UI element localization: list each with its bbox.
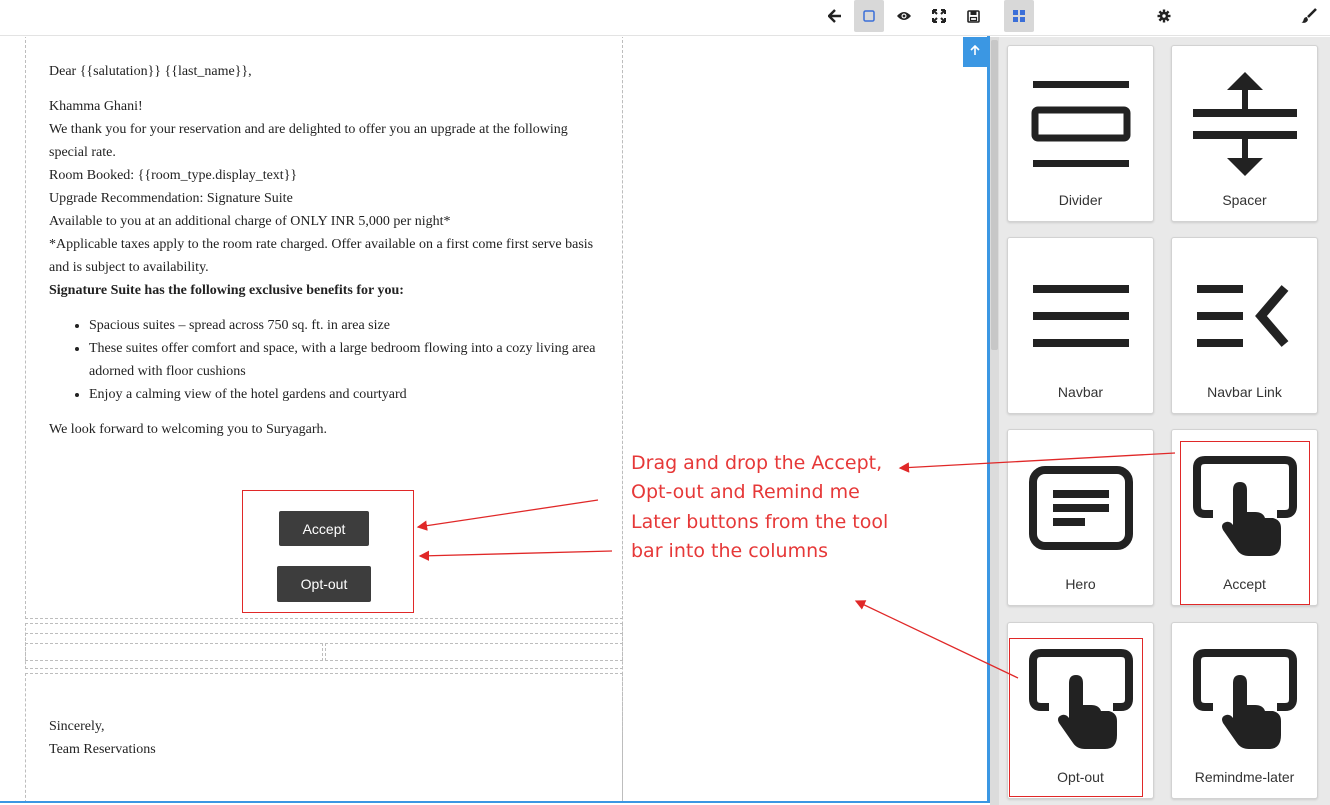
eye-icon (896, 10, 912, 22)
annotation-text: Drag and drop the Accept, Opt-out and Re… (631, 452, 889, 562)
email-line: Upgrade Recommendation: Signature Suite (49, 191, 293, 206)
block-divider[interactable]: Divider (1007, 45, 1154, 222)
blocks-grid-icon (1013, 10, 1025, 22)
blocks-panel-button[interactable] (1004, 0, 1034, 32)
signature-block[interactable]: Sincerely, Team Reservations (49, 715, 609, 761)
signature: Team Reservations (49, 742, 156, 757)
block-hero[interactable]: Hero (1007, 429, 1154, 606)
block-remindme-later[interactable]: Remindme-later (1171, 622, 1318, 799)
save-icon (966, 9, 980, 23)
preview-button[interactable] (889, 0, 919, 32)
scroll-up-button[interactable] (963, 37, 987, 67)
signoff: Sincerely, (49, 719, 105, 734)
gear-icon (1157, 9, 1171, 23)
benefits-heading: Signature Suite has the following exclus… (49, 283, 404, 298)
style-manager-button[interactable] (1294, 0, 1324, 32)
block-label: Divider (1058, 192, 1103, 208)
spacer-icon (1172, 64, 1317, 184)
fullscreen-icon (932, 9, 946, 23)
email-line: We thank you for your reservation and ar… (49, 122, 568, 160)
benefits-list: Spacious suites – spread across 750 sq. … (89, 314, 609, 406)
column-right[interactable] (325, 643, 623, 661)
email-line: Available to you at an additional charge… (49, 214, 451, 229)
editor-toolbar (0, 0, 1330, 36)
email-body[interactable]: Dear {{salutation}} {{last_name}}, Khamm… (49, 60, 609, 441)
list-item: Enjoy a calming view of the hotel garden… (89, 383, 609, 406)
canvas-edge (622, 37, 623, 803)
arrow-up-icon (970, 43, 980, 61)
block-label: Remindme-later (1194, 769, 1295, 785)
divider-icon (1008, 64, 1153, 184)
closing-line: We look forward to welcoming you to Sury… (49, 422, 328, 437)
email-line: Khamma Ghani! (49, 99, 143, 114)
square-outline-icon (863, 10, 875, 22)
block-spacer[interactable]: Spacer (1171, 45, 1318, 222)
brush-icon (1301, 8, 1317, 24)
export-button[interactable] (958, 0, 988, 32)
greeting: Dear {{salutation}} {{last_name}}, (49, 64, 252, 79)
list-item: These suites offer comfort and space, wi… (89, 337, 609, 383)
back-arrow-icon (828, 9, 842, 23)
email-line: *Applicable taxes apply to the room rate… (49, 237, 594, 275)
block-label: Navbar Link (1207, 384, 1282, 400)
annotation-box-accept (1180, 441, 1310, 605)
navbar-icon (1008, 256, 1153, 376)
navbar-link-icon (1172, 256, 1317, 376)
tap-icon (1172, 641, 1317, 761)
settings-button[interactable] (1149, 0, 1179, 32)
block-label: Spacer (1222, 192, 1267, 208)
email-line: Room Booked: {{room_type.display_text}} (49, 168, 298, 183)
annotation-box-buttons (242, 490, 414, 613)
block-navbar[interactable]: Navbar (1007, 237, 1154, 414)
list-item: Spacious suites – spread across 750 sq. … (89, 314, 609, 337)
block-label: Hero (1065, 576, 1096, 592)
undo-button[interactable] (820, 0, 850, 32)
panel-scrollbar-thumb[interactable] (991, 40, 998, 350)
block-label: Navbar (1057, 384, 1104, 400)
column-left[interactable] (25, 643, 323, 661)
block-navbar-link[interactable]: Navbar Link (1171, 237, 1318, 414)
annotation-box-optout (1009, 638, 1143, 797)
canvas-bottom-border (0, 801, 990, 803)
fullscreen-button[interactable] (924, 0, 954, 32)
hero-icon (1008, 448, 1153, 568)
show-borders-button[interactable] (854, 0, 884, 32)
